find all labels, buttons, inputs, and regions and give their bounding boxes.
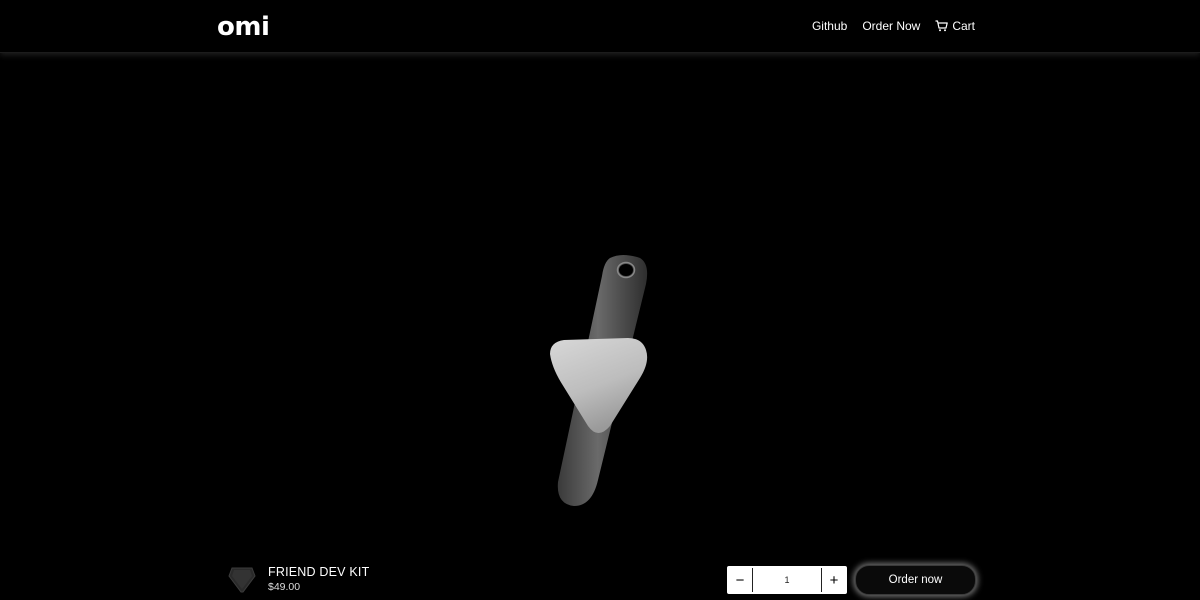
product-price: $49.00 [268,581,301,593]
plus-icon: + [829,571,839,589]
cart-icon [935,20,949,32]
product-thumbnail-icon [227,564,257,599]
nav-cart-link[interactable]: Cart [935,18,975,34]
quantity-stepper: − + [727,566,847,594]
product-name: FRIEND DEV KIT [268,565,370,579]
site-header: omi Github Order Now Cart [0,0,1200,53]
nav-github-link[interactable]: Github [812,18,847,34]
nav-order-now-label: Order Now [862,19,921,33]
omi-device-image[interactable] [540,250,660,525]
minus-icon: − [735,571,745,589]
order-now-button[interactable]: Order now [855,565,976,595]
product-purchase-bar: FRIEND DEV KIT $49.00 − + Order now [0,556,1200,600]
omi-logo[interactable]: omi [217,12,270,42]
quantity-input[interactable] [752,568,822,592]
nav-order-now-link[interactable]: Order Now [862,18,920,34]
increment-button[interactable]: + [822,567,846,593]
nav-github-label: Github [811,19,848,33]
nav-cart-label: Cart [952,19,975,33]
top-nav: Github Order Now Cart [812,18,975,34]
decrement-button[interactable]: − [728,567,752,593]
